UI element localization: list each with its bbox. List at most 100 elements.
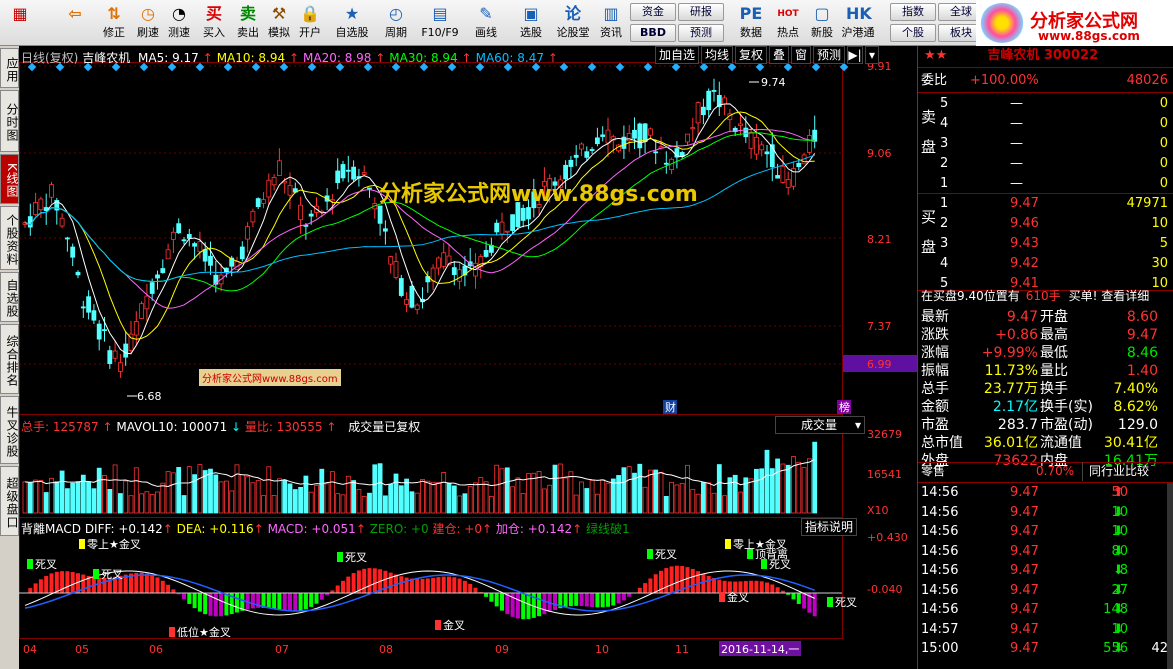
order-book-row[interactable]: 2 — 0 <box>918 154 1173 173</box>
candle-body <box>409 285 415 308</box>
toolbar-star-button[interactable]: ★ 自选股 <box>332 2 372 44</box>
stat-label: 开盘 <box>1040 309 1068 325</box>
order-book-row[interactable]: 4 — 0 <box>918 114 1173 133</box>
toolbar-pe-button[interactable]: PE 数据 <box>734 2 768 44</box>
level-price: — <box>1010 176 1023 191</box>
indicator-explain-button[interactable]: 指标说明 <box>801 518 858 536</box>
back-button[interactable]: ⇦ <box>55 2 95 44</box>
macd-signal-label: 零上★金叉 <box>87 537 141 551</box>
chart-button-5[interactable]: 窗 <box>791 46 811 64</box>
sector-compare-button[interactable]: 同行业比较 <box>1082 462 1149 481</box>
order-book-row[interactable]: 3 9.43 5 <box>918 234 1173 253</box>
buy-icon: 买 <box>205 4 222 23</box>
toolbar-lock-button[interactable]: 🔒 开户 <box>294 2 326 44</box>
toolbar-group-button[interactable]: 个股 <box>890 24 936 42</box>
watermark-text: 分析家公式网www.88gs.com <box>379 182 698 207</box>
tick-price: 9.47 <box>1010 524 1039 539</box>
macd-bar-green <box>537 593 542 617</box>
price-axis-label: 8.21 <box>867 233 892 246</box>
macd-build: 建仓: +0 <box>432 522 483 536</box>
up-arrow-icon: ↑ <box>198 51 213 65</box>
toolbar-pen-button[interactable]: ✎ 画线 <box>464 2 508 44</box>
macd-bar-green <box>266 593 271 609</box>
volume-bar <box>271 495 277 514</box>
volume-bar <box>488 495 494 514</box>
volume-indicator-select[interactable]: 成交量 ▾ <box>775 416 865 434</box>
toolbar-forum-button[interactable]: 论论股堂 <box>554 2 592 44</box>
left-tab-2[interactable]: 分时图 <box>0 90 19 152</box>
macd-bar-green <box>574 593 579 606</box>
order-book-row[interactable]: 2 9.46 10 <box>918 214 1173 233</box>
order-book-row[interactable]: 1 9.47 47971 <box>918 194 1173 213</box>
left-tab-4[interactable]: 个股资料 <box>0 206 19 270</box>
macd-bar-green <box>309 593 314 607</box>
macd-bar-red <box>457 578 462 593</box>
toolbar-sell-button[interactable]: 卖卖出 <box>232 2 264 44</box>
order-book-row[interactable]: 1 — 0 <box>918 174 1173 193</box>
macd-dea: DEA: +0.116 <box>176 522 254 536</box>
stock-title-row: ★★ 吉峰农机 300022 <box>918 46 1173 65</box>
order-book-row[interactable]: 5 — 0 <box>918 94 1173 113</box>
left-tab-1[interactable]: 应用 <box>0 48 19 88</box>
toolbar-ipo-button[interactable]: ▢ 新股 <box>806 2 838 44</box>
volume-bar <box>70 482 76 514</box>
toolbar-group-button[interactable]: 指数 <box>890 3 936 21</box>
chart-button-2[interactable]: 均线 <box>701 46 733 64</box>
left-tab-6[interactable]: 综合排名 <box>0 324 19 394</box>
candle-body <box>255 198 261 208</box>
volume-bar <box>393 473 399 514</box>
candle-body <box>91 310 97 321</box>
volume-bar <box>658 471 664 514</box>
order-book-row[interactable]: 3 — 0 <box>918 134 1173 153</box>
favorite-star-icon[interactable]: ★★ <box>924 48 947 63</box>
toolbar-label: 模拟 <box>268 26 290 39</box>
toolbar-clock-button[interactable]: ◔ 测速 <box>163 2 195 44</box>
chart-button-1[interactable]: 加自选 <box>655 46 699 64</box>
candle-body <box>695 102 701 124</box>
candle-body <box>393 261 399 278</box>
toolbar-revise-button[interactable]: ⇅ 修正 <box>98 2 130 44</box>
chart-button-4[interactable]: 叠 <box>769 46 789 64</box>
macd-bar-red <box>362 568 367 593</box>
volume-bar <box>292 489 298 514</box>
toolbar-group-button[interactable]: 研报 <box>678 3 724 21</box>
k-line-chart-area[interactable]: 9.91 9.06 8.21 7.37 6.99 9.74 6.68 财榜 32679 16541… <box>19 46 917 669</box>
macd-axis-label: +0.430 <box>867 531 908 544</box>
toolbar-hammer-button[interactable]: ⚒ 模拟 <box>264 2 294 44</box>
left-tab-8[interactable]: 超级盘口 <box>0 466 19 536</box>
windows-button[interactable]: ▦ <box>0 2 40 44</box>
volume-bar <box>531 472 537 514</box>
volume-bar <box>801 467 807 514</box>
order-book-row[interactable]: 4 9.42 30 <box>918 254 1173 273</box>
candle-body <box>298 204 304 221</box>
left-tab-7[interactable]: 牛叉诊股 <box>0 396 19 464</box>
chart-button-3[interactable]: 复权 <box>735 46 767 64</box>
bid-info-action[interactable]: 买单! 查看详细 <box>1069 289 1150 303</box>
candle-body <box>208 255 213 266</box>
macd-bar-red <box>775 587 780 593</box>
toolbar-speed-button[interactable]: ◷ 刷速 <box>133 2 163 44</box>
left-tab-5[interactable]: 自选股 <box>0 272 19 322</box>
toolbar-f10-button[interactable]: ▤ F10/F9 <box>418 2 462 44</box>
chart-button-6[interactable]: 预测 <box>813 46 845 64</box>
play-arrow-icon[interactable]: ▶| <box>847 46 863 64</box>
volume-bar <box>589 479 595 514</box>
left-tab-3[interactable]: K线图 <box>0 154 19 204</box>
toolbar-group-button[interactable]: 资金 <box>630 3 676 21</box>
toolbar-news-button[interactable]: ▥ 资讯 <box>594 2 628 44</box>
bid-info-row[interactable]: 在买盘9.40位置有 610手 买单! 查看详细 <box>918 287 1173 306</box>
scrollbar[interactable] <box>1167 483 1173 669</box>
volume-bar <box>165 471 171 514</box>
signal-diamond-icon <box>587 62 597 72</box>
volume-bar <box>520 493 526 514</box>
toolbar-group-button[interactable]: 预测 <box>678 24 724 42</box>
toolbar-hk-connect-button[interactable]: HK 沪港通 <box>840 2 876 44</box>
chevron-down-icon[interactable]: ▾ <box>865 46 879 64</box>
toolbar-buy-button[interactable]: 买买入 <box>198 2 230 44</box>
chart-canvas[interactable]: 9.919.068.217.376.999.746.68财 榜3267916541… <box>19 46 917 669</box>
candle-body <box>711 90 717 92</box>
toolbar-cycle-button[interactable]: ◴ 周期 <box>376 2 416 44</box>
toolbar-group-button[interactable]: BBD <box>630 24 676 42</box>
toolbar-screen-button[interactable]: ▣ 选股 <box>510 2 552 44</box>
toolbar-hot-button[interactable]: HOT 热点 <box>772 2 804 44</box>
